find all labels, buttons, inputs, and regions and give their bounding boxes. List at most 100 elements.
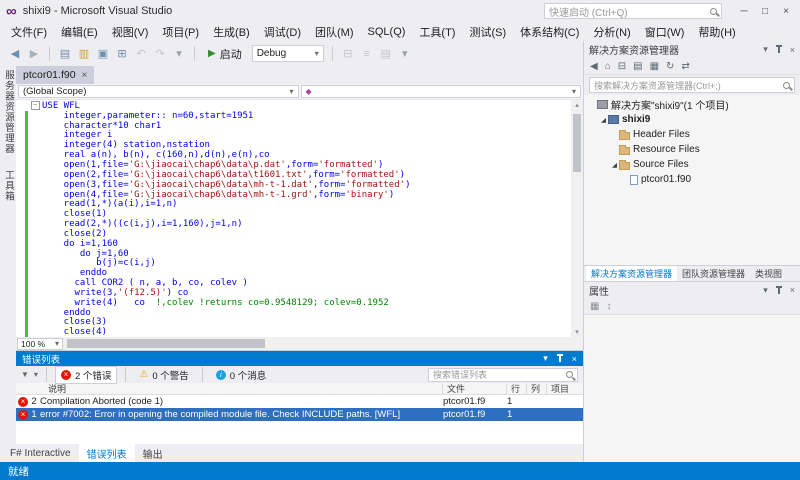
code-line[interactable]: integer(4) station,nstation: [16, 140, 571, 150]
bottom-tab[interactable]: 错误列表: [79, 444, 135, 463]
maximize-button[interactable]: □: [755, 6, 775, 17]
code-line[interactable]: real a(n), b(n), c(160,n),d(n),e(n),co: [16, 150, 571, 160]
tree-expander-icon[interactable]: ◢: [610, 161, 619, 169]
comment-icon[interactable]: ▤: [379, 47, 393, 60]
new-file-icon[interactable]: ▤: [58, 47, 72, 60]
panel-tab[interactable]: 团队资源管理器: [677, 266, 750, 281]
home-icon[interactable]: ⌂: [605, 61, 611, 72]
code-line[interactable]: −USE WFL: [16, 101, 571, 111]
alphabetical-icon[interactable]: ↕: [606, 301, 611, 312]
panel-tab[interactable]: 解决方案资源管理器: [586, 266, 677, 281]
open-file-icon[interactable]: ▥: [77, 47, 91, 60]
save-all-icon[interactable]: ⊞: [115, 47, 129, 60]
pin-icon[interactable]: [775, 286, 783, 295]
show-all-files-icon[interactable]: ▦: [650, 61, 659, 72]
save-icon[interactable]: ▣: [96, 47, 110, 60]
sync-icon[interactable]: ⇄: [681, 61, 689, 72]
undo-icon[interactable]: ↶: [134, 47, 148, 60]
redo-icon[interactable]: ↷: [153, 47, 167, 60]
debug-target-combo[interactable]: Debug▾: [252, 45, 324, 62]
build-icon[interactable]: ⊟: [341, 47, 355, 60]
code-line[interactable]: open(3,file='G:\jiaocai\chap6\data\mh-t-…: [16, 180, 571, 190]
tree-item[interactable]: Header Files: [584, 127, 800, 142]
code-line[interactable]: integer i: [16, 131, 571, 141]
side-dock-tab[interactable]: 服务器资源管理器: [1, 70, 15, 154]
bottom-tab[interactable]: F# Interactive: [2, 446, 79, 461]
scroll-down-icon[interactable]: ▾: [571, 328, 583, 336]
zoom-dropdown[interactable]: 100 % ▾: [17, 338, 63, 350]
warnings-filter-button[interactable]: ⚠ 0 个警告: [134, 367, 193, 383]
menu-item[interactable]: 生成(B): [206, 22, 257, 42]
code-line[interactable]: write(4) co !,colev !returns co=0.954812…: [16, 298, 571, 308]
toolbar-options-icon[interactable]: ▾: [398, 47, 412, 60]
panel-tab[interactable]: 类视图: [750, 266, 787, 281]
code-line[interactable]: read(1,*)(a(i),i=1,n): [16, 199, 571, 209]
code-line[interactable]: close(4): [16, 327, 571, 337]
column-header[interactable]: 列: [527, 383, 547, 395]
chevron-down-icon[interactable]: ▾: [34, 370, 38, 379]
nav-forward-icon[interactable]: ▶: [27, 47, 41, 60]
column-header[interactable]: 文件: [443, 383, 507, 395]
horizontal-scroll-thumb[interactable]: [67, 339, 265, 348]
tree-item[interactable]: ptcor01.f90: [584, 172, 800, 187]
menu-item[interactable]: 分析(N): [586, 22, 637, 42]
solution-explorer-search-input[interactable]: 搜索解决方案资源管理器(Ctrl+;): [589, 77, 795, 93]
error-row[interactable]: ×2Compilation Aborted (code 1)ptcor01.f9…: [16, 395, 583, 408]
collapse-all-icon[interactable]: ⊟: [618, 61, 626, 72]
menu-item[interactable]: 测试(S): [462, 22, 513, 42]
code-line[interactable]: do j=1,60: [16, 249, 571, 259]
fold-collapse-icon[interactable]: −: [28, 101, 42, 110]
nav-back-icon[interactable]: ◀: [8, 47, 22, 60]
error-row[interactable]: ×1error #7002: Error in opening the comp…: [16, 408, 583, 421]
solution-explorer-title-bar[interactable]: 解决方案资源管理器 ▾ ×: [584, 41, 800, 58]
menu-item[interactable]: 项目(P): [155, 22, 206, 42]
code-line[interactable]: enddo: [16, 308, 571, 318]
back-icon[interactable]: ◀: [590, 61, 598, 72]
document-tab[interactable]: ptcor01.f90 ×: [16, 66, 94, 84]
window-position-icon[interactable]: ▾: [763, 44, 768, 55]
properties-title-bar[interactable]: 属性 ▾ ×: [584, 281, 800, 298]
code-line[interactable]: close(2): [16, 229, 571, 239]
column-header[interactable]: 说明: [44, 383, 443, 395]
code-line[interactable]: integer,parameter:: n=60,start=1951: [16, 111, 571, 121]
filter-icon[interactable]: ▼: [21, 370, 29, 379]
code-line[interactable]: call COR2 ( n, a, b, co, colev ): [16, 278, 571, 288]
code-line[interactable]: read(2,*)((c(i,j),i=1,160),j=1,n): [16, 219, 571, 229]
scope-dropdown[interactable]: (Global Scope) ▾: [18, 85, 299, 98]
tree-expander-icon[interactable]: ◢: [599, 116, 608, 124]
window-position-icon[interactable]: ▾: [543, 353, 548, 364]
properties-page-icon[interactable]: ▤: [633, 61, 642, 72]
close-panel-icon[interactable]: ×: [790, 285, 795, 295]
window-position-icon[interactable]: ▾: [763, 285, 768, 296]
code-line[interactable]: write(3,'(f12.5)') co: [16, 288, 571, 298]
code-line[interactable]: close(1): [16, 209, 571, 219]
chevron-down-icon[interactable]: ▾: [172, 47, 186, 60]
menu-item[interactable]: 编辑(E): [54, 22, 105, 42]
code-line[interactable]: open(1,file='G:\jiaocai\chap6\data\p.dat…: [16, 160, 571, 170]
menu-item[interactable]: SQL(Q): [361, 24, 413, 40]
close-button[interactable]: ×: [776, 6, 796, 17]
bottom-tab[interactable]: 输出: [135, 444, 171, 463]
tree-item[interactable]: Resource Files: [584, 142, 800, 157]
tree-item[interactable]: ◢shixi9: [584, 112, 800, 127]
messages-filter-button[interactable]: i 0 个消息: [211, 367, 271, 383]
scroll-up-icon[interactable]: ▴: [571, 101, 583, 109]
code-line[interactable]: close(3): [16, 318, 571, 328]
tree-item[interactable]: 解决方案"shixi9"(1 个项目): [584, 97, 800, 112]
errors-filter-button[interactable]: × 2 个错误: [55, 366, 117, 384]
code-line[interactable]: do i=1,160: [16, 239, 571, 249]
find-icon[interactable]: ≡: [360, 48, 374, 60]
vertical-scroll-thumb[interactable]: [573, 114, 581, 172]
code-line[interactable]: open(4,file='G:\jiaocai\chap6\data\mh-t-…: [16, 190, 571, 200]
error-list-search-input[interactable]: 搜索错误列表: [428, 368, 578, 382]
close-panel-icon[interactable]: ×: [572, 354, 577, 364]
pin-icon[interactable]: [556, 354, 564, 363]
code-area[interactable]: −USE WFL integer,parameter:: n=60,start=…: [16, 101, 571, 337]
menu-item[interactable]: 团队(M): [308, 22, 361, 42]
column-header[interactable]: 项目: [547, 383, 583, 395]
menu-item[interactable]: 工具(T): [412, 22, 462, 42]
pin-icon[interactable]: [775, 45, 783, 54]
tree-item[interactable]: ◢Source Files: [584, 157, 800, 172]
menu-item[interactable]: 视图(V): [105, 22, 156, 42]
side-dock-tab[interactable]: 工具箱: [1, 170, 15, 202]
